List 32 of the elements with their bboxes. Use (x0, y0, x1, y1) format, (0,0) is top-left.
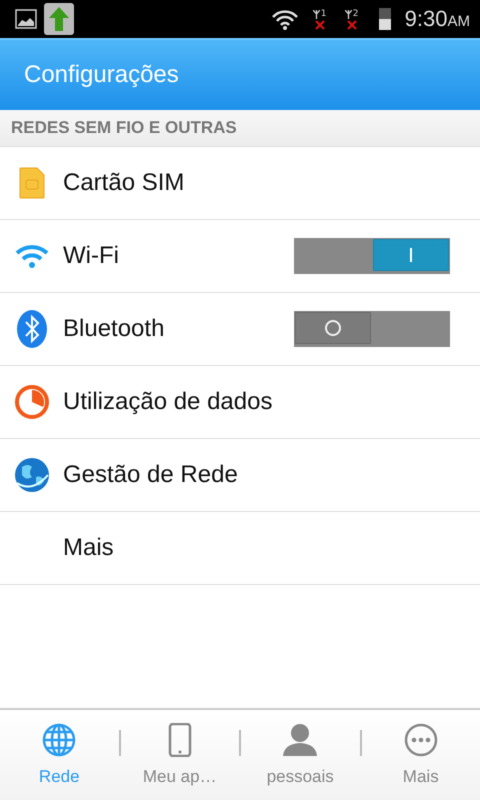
battery-icon (378, 8, 391, 30)
sim-label: 2 (352, 8, 359, 20)
settings-item[interactable]: Bluetooth (0, 293, 480, 366)
toggle-switch[interactable] (294, 238, 450, 274)
image-icon (14, 7, 38, 31)
upload-icon (44, 3, 74, 35)
toggle-switch[interactable] (294, 311, 450, 347)
person-icon (282, 723, 318, 757)
item-label: Gestão de Rede (63, 461, 239, 489)
item-label: Bluetooth (63, 315, 166, 343)
pie-chart-icon (14, 384, 50, 420)
bluetooth-icon (16, 309, 48, 349)
globe-icon (14, 457, 50, 493)
antenna-icon (312, 10, 320, 18)
wifi-icon (14, 243, 50, 269)
sim-card-icon (18, 167, 44, 199)
settings-item[interactable]: Wi-Fi (0, 220, 480, 293)
antenna-icon (344, 10, 352, 18)
settings-item[interactable]: Mais (0, 512, 480, 585)
settings-item[interactable]: Cartão SIM (0, 147, 480, 220)
settings-item[interactable]: Gestão de Rede (0, 439, 480, 512)
sim-label: 1 (320, 8, 327, 20)
item-label: Mais (63, 534, 115, 562)
screen-title: Configurações (24, 61, 179, 89)
item-label: Wi-Fi (63, 242, 120, 270)
clock: 9:30AM (404, 6, 470, 32)
section-title: REDES SEM FIO E OUTRAS (11, 118, 237, 138)
settings-item[interactable]: Utilização de dados (0, 366, 480, 439)
item-label: Cartão SIM (63, 169, 186, 197)
more-icon (404, 723, 438, 757)
item-label: Utilização de dados (63, 388, 274, 416)
globe-icon (42, 723, 76, 757)
